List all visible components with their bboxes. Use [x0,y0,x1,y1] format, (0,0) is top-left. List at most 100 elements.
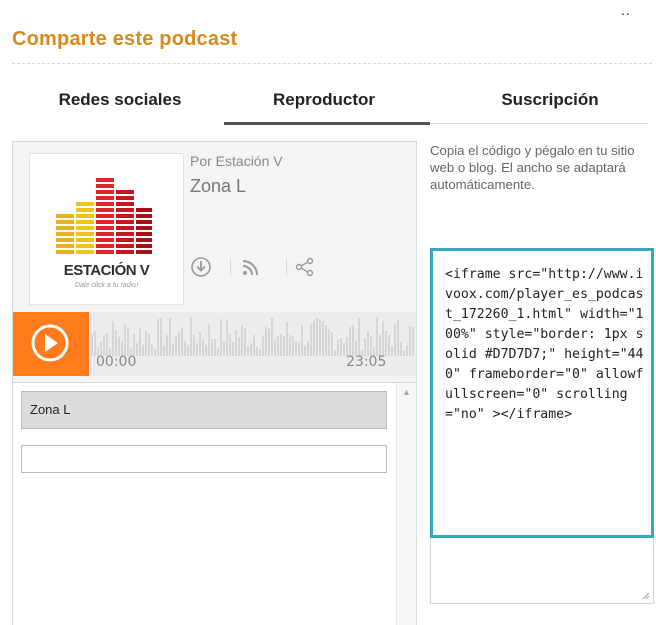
embed-code[interactable]: <iframe src="http://www.ivoox.com/player… [445,265,645,425]
waveform-bar [184,341,186,356]
waveform-bar [259,349,261,356]
scroll-up-arrow-icon[interactable]: ▲ [402,387,411,397]
waveform-bar [232,342,234,356]
waveform-bar [103,335,105,356]
waveform-bar [178,332,180,356]
waveform-bar [196,343,198,356]
waveform-bar [235,330,237,356]
waveform-bar [337,339,339,356]
waveform-bar [205,345,207,356]
waveform-bar [274,339,276,356]
waveform-bar [292,336,294,356]
play-button[interactable] [13,312,89,376]
waveform-bar [343,343,345,356]
rss-icon[interactable] [240,256,262,278]
resize-handle-icon[interactable] [642,592,650,600]
waveform-bar [358,318,360,356]
waveform-bar [289,335,291,356]
playlist: Zona L ▲ [13,382,416,625]
waveform-bar [325,325,327,356]
waveform-bar [208,324,210,356]
page-title: Comparte este podcast [12,28,238,50]
waveform-bar [127,328,129,356]
waveform-bar [226,320,228,356]
waveform-bar [295,342,297,356]
waveform-bar [154,349,156,356]
waveform-bar [412,327,414,356]
waveform-bar [403,350,405,356]
waveform-bar [319,319,321,356]
waveform-bar [400,342,402,356]
download-icon[interactable] [190,256,212,278]
logo-tagline: Dale click a tu radio! [74,282,139,289]
waveform-bar [304,346,306,356]
waveform-bar [283,336,285,356]
waveform-bar [241,325,243,356]
share-icon[interactable] [294,256,316,278]
waveform-bar [148,334,150,356]
logo-wordmark: ESTACIÓN V [63,262,150,279]
total-duration: 23:05 [346,354,387,370]
waveform-bar [280,334,282,356]
waveform-bar [376,317,378,356]
waveform-bar [271,318,273,356]
waveform-bar [169,318,171,356]
embed-code-textarea[interactable]: <iframe src="http://www.ivoox.com/player… [430,248,654,538]
play-icon [31,324,69,362]
tab-suscripcion[interactable]: Suscripción [460,84,640,120]
playlist-item[interactable]: Zona L [21,391,387,429]
waveform-bar [166,335,168,356]
waveform-bar [310,324,312,356]
tab-divider [430,123,648,124]
waveform-bar [340,338,342,356]
waveform-bar [238,337,240,356]
playlist-scrollbar[interactable]: ▲ [396,383,416,625]
share-tabs: Redes sociales Reproductor Suscripción [0,84,656,126]
ellipsis-mark: .. [621,2,631,18]
waveform-bar [391,346,393,356]
waveform-bar [316,318,318,356]
waveform-bar [331,332,333,356]
waveform-bar [190,317,192,356]
waveform-bar [106,333,108,356]
waveform-bar [328,329,330,356]
tab-redes-sociales[interactable]: Redes sociales [30,84,210,120]
waveform-bar [367,331,369,356]
waveform-bar [157,319,159,356]
podcast-author[interactable]: Por Estación V [190,153,283,169]
tab-reproductor[interactable]: Reproductor [224,84,424,120]
waveform-bar [406,345,408,356]
waveform-bar [187,345,189,356]
waveform-bar [223,342,225,356]
podcast-logo[interactable]: ESTACIÓN V Dale click a tu radio! [29,153,184,305]
waveform-bar [247,346,249,356]
waveform-bar [211,339,213,356]
waveform-bar [202,339,204,356]
waveform-bar [382,321,384,356]
waveform-bar [151,345,153,356]
waveform-bar [286,322,288,356]
waveform-bar [262,336,264,356]
waveform-bar [379,335,381,356]
waveform-bar [334,350,336,356]
waveform-bar [124,324,126,356]
episode-title[interactable]: Zona L [190,176,246,197]
waveform-bar [91,334,93,356]
waveform-bar [94,331,96,356]
waveform-bar [388,335,390,356]
waveform-bar [160,318,162,356]
icon-separator [230,259,231,275]
active-tab-indicator [224,122,430,125]
waveform-bar [244,328,246,356]
waveform-bar [313,321,315,356]
textarea-lower[interactable] [430,538,654,604]
waveform-bar [193,335,195,356]
waveform-bar [220,319,222,356]
waveform-bar [352,325,354,356]
waveform-bar [229,334,231,356]
waveform-bar [145,331,147,356]
waveform-bar [217,348,219,356]
waveform-bar [172,344,174,356]
waveform-bar [199,332,201,356]
elapsed-time: 00:00 [96,354,137,370]
